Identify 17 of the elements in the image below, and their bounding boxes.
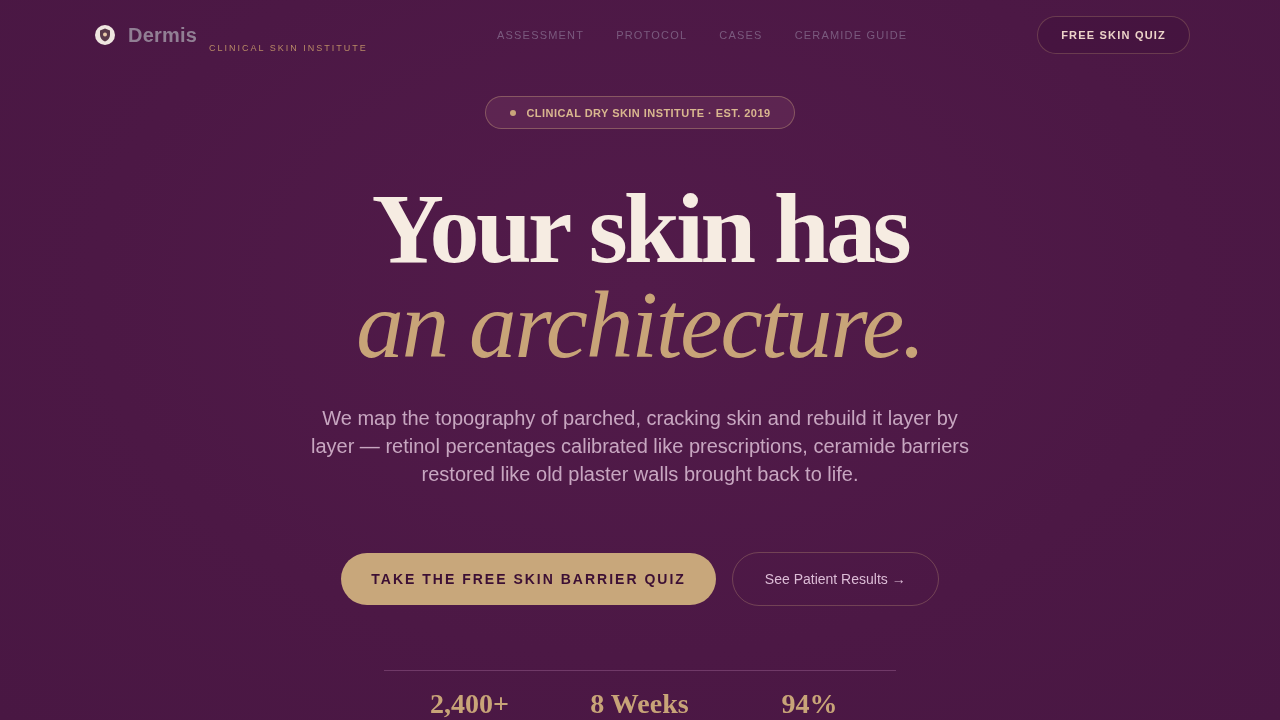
stat-value: 8 Weeks [589, 689, 690, 719]
hero-headline-accent: an architecture. [356, 279, 924, 371]
nav-link[interactable]: ASSESSMENT [497, 29, 585, 41]
quiz-button[interactable]: TAKE THE FREE SKIN BARRIER QUIZ [341, 553, 716, 605]
brand-tagline: CLINICAL SKIN INSTITUTE [209, 43, 368, 53]
hero-description: We map the topography of parched, cracking skin and rebuild it layer by layer — retinol percentages calibrated like prescriptions, ceramide barriers restored like old plaster walls brought back to life. [309, 406, 971, 487]
nav-link[interactable]: CASES [719, 29, 763, 41]
stat-value: 94% [780, 689, 839, 719]
stat-value: 2,400+ [429, 689, 510, 719]
status-dot-icon [510, 109, 517, 116]
free-skin-quiz-button[interactable]: FREE SKIN QUIZ [1037, 16, 1190, 54]
hero-headline: Your skin has [371, 179, 909, 279]
badge-text: CLINICAL DRY SKIN INSTITUTE · EST. 2019 [526, 106, 771, 119]
nav-link[interactable]: PROTOCOL [616, 29, 688, 41]
shield-logo-icon [94, 24, 116, 46]
nav-link[interactable]: CERAMIDE GUIDE [794, 29, 908, 41]
brand-name[interactable]: Dermis [128, 23, 197, 47]
